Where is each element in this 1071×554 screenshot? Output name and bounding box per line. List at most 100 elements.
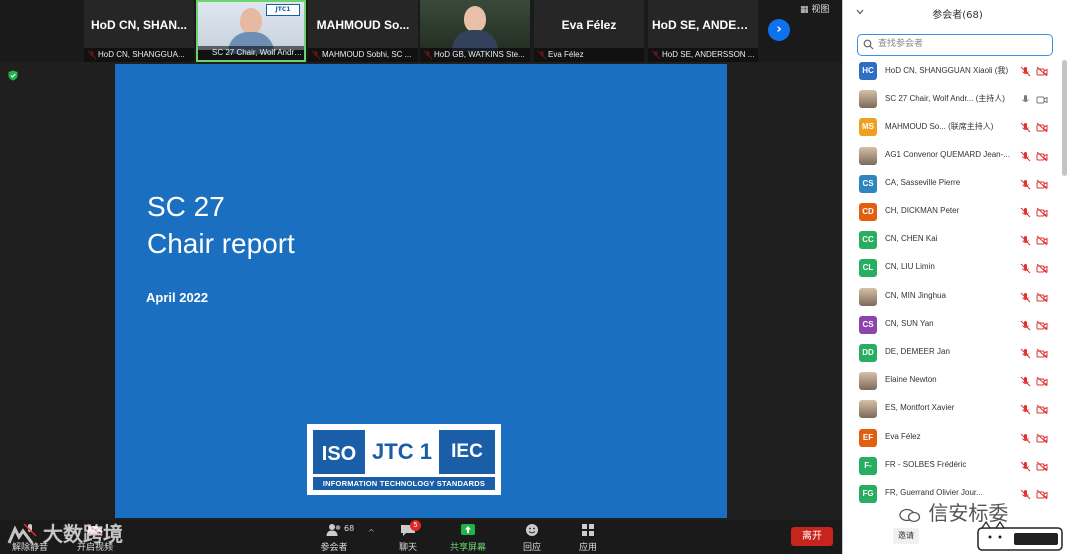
video-off-icon[interactable] <box>1036 66 1048 77</box>
avatar <box>859 287 877 306</box>
chevron-up-icon[interactable]: ^ <box>368 528 375 537</box>
meeting-toolbar: 解除静音 开启视频 68 参会者 ^ 5 聊天 共享屏幕 回应 应用 离开 <box>0 520 842 554</box>
participant-row[interactable]: F- FR - SOLBES Frédéric <box>843 453 1061 481</box>
participant-row[interactable]: CN, MIN Jinghua <box>843 284 1061 312</box>
avatar: MS <box>859 118 877 137</box>
participant-row[interactable]: CL CN, LIU Limin <box>843 255 1061 283</box>
mic-muted-icon[interactable] <box>1020 179 1031 190</box>
watermark-left: 大数跨境 <box>6 520 123 554</box>
video-tile[interactable]: HoD GB, WATKINS Ste... <box>420 0 530 62</box>
video-off-icon[interactable] <box>1036 489 1048 500</box>
mic-muted-icon[interactable] <box>1020 151 1031 162</box>
participant-row[interactable]: Elaine Newton <box>843 368 1061 396</box>
mic-muted-icon[interactable] <box>1020 122 1031 133</box>
video-off-icon[interactable] <box>1036 151 1048 162</box>
participants-count: 68 <box>344 524 355 533</box>
tile-caption: MAHMOUD Sobhi, SC ... <box>308 48 418 62</box>
mic-muted-icon[interactable] <box>1020 376 1031 387</box>
participant-row[interactable]: CS CN, SUN Yan <box>843 312 1061 340</box>
shield-check-icon[interactable] <box>8 70 18 81</box>
mic-muted-icon[interactable] <box>1020 461 1031 472</box>
participant-row[interactable]: HC HoD CN, SHANGGUAN Xiaoli (我) <box>843 58 1061 86</box>
participant-name: CA, Sasseville Pierre <box>885 177 961 187</box>
video-tile[interactable]: Eva Félez Eva Félez <box>534 0 644 62</box>
mic-muted-icon[interactable] <box>1020 489 1031 500</box>
tile-name: MAHMOUD So... <box>316 18 410 32</box>
tile-caption: SC 27 Chair, Wolf Andreas <box>198 46 304 60</box>
video-off-icon[interactable] <box>1036 207 1048 218</box>
reactions-button[interactable]: 回应 <box>512 520 552 554</box>
avatar <box>859 90 877 109</box>
panel-header: 参会者(68) <box>843 0 1071 26</box>
mic-muted-icon[interactable] <box>1020 207 1031 218</box>
avatar: CS <box>859 315 877 334</box>
participant-row[interactable]: CC CN, CHEN Kai <box>843 227 1061 255</box>
participant-list: HC HoD CN, SHANGGUAN Xiaoli (我) SC 27 Chai… <box>843 58 1061 518</box>
iso-logo-text: ISO <box>313 430 365 474</box>
mic-muted-icon[interactable] <box>1020 348 1031 359</box>
chat-button[interactable]: 5 聊天 <box>388 520 428 554</box>
mic-muted-icon[interactable] <box>1020 66 1031 77</box>
participant-row[interactable]: EF Eva Félez <box>843 425 1061 453</box>
participants-panel: 参会者(68) 查找参会者 HC HoD CN, SHANGGUAN Xiaoli… <box>842 0 1071 554</box>
search-participants-input[interactable]: 查找参会者 <box>857 34 1053 56</box>
video-off-icon[interactable] <box>1036 292 1048 303</box>
participant-row[interactable]: AG1 Convenor QUEMARD Jean-... <box>843 143 1061 171</box>
participant-row[interactable]: CS CA, Sasseville Pierre <box>843 171 1061 199</box>
video-tile-active-speaker[interactable]: JTC1 SC 27 Chair, Wolf Andreas <box>196 0 306 62</box>
participant-name: CN, MIN Jinghua <box>885 290 946 300</box>
participant-row[interactable]: MS MAHMOUD So... (联席主持人) <box>843 114 1061 142</box>
video-tile[interactable]: MAHMOUD So... MAHMOUD Sobhi, SC ... <box>308 0 418 62</box>
participant-name: CN, SUN Yan <box>885 318 934 328</box>
apps-button[interactable]: 应用 <box>568 520 608 554</box>
participants-button[interactable]: 68 参会者 <box>310 520 358 554</box>
invite-button[interactable]: 邀请 <box>893 528 919 544</box>
mic-muted-icon[interactable] <box>1020 433 1031 444</box>
jtc1-logo-text: JTC 1 <box>369 430 435 474</box>
apps-label: 应用 <box>578 543 597 553</box>
mic-muted-icon[interactable] <box>1020 320 1031 331</box>
video-off-icon[interactable] <box>1036 235 1048 246</box>
watermark-left-text: 大数跨境 <box>42 522 123 546</box>
watermark-logo-icon <box>7 524 34 544</box>
video-off-icon[interactable] <box>1036 404 1048 415</box>
video-on-icon[interactable] <box>1036 94 1048 105</box>
avatar: CD <box>859 203 877 221</box>
participant-row[interactable]: CD CH, DICKMAN Peter <box>843 199 1061 227</box>
video-off-icon[interactable] <box>1036 122 1048 133</box>
avatar: F- <box>859 456 877 475</box>
video-off-icon[interactable] <box>1036 376 1048 387</box>
video-off-icon[interactable] <box>1036 263 1048 274</box>
wechat-icon <box>899 508 921 522</box>
tile-caption: HoD CN, SHANGGUA... <box>84 48 194 62</box>
video-off-icon[interactable] <box>1036 320 1048 331</box>
mic-muted-icon[interactable] <box>1020 292 1031 303</box>
mic-muted-icon[interactable] <box>1020 235 1031 246</box>
view-label: 视图 <box>811 5 830 15</box>
jtc1-mini-logo: JTC1 <box>266 4 300 16</box>
video-tile[interactable]: HoD SE, ANDER... HoD SE, ANDERSSON ... <box>648 0 758 62</box>
participant-row[interactable]: DD DE, DEMEER Jan <box>843 340 1061 368</box>
mic-muted-icon[interactable] <box>1020 263 1031 274</box>
panel-title: 参会者(68) <box>932 10 983 21</box>
next-page-arrow-button[interactable]: › <box>768 19 790 41</box>
slide-title-line-2: Chair report <box>147 228 295 259</box>
video-off-icon[interactable] <box>1036 179 1048 190</box>
view-button[interactable]: ▦ 视图 <box>800 3 836 17</box>
mic-on-icon[interactable] <box>1020 94 1031 105</box>
participant-video <box>420 0 530 52</box>
leave-meeting-button[interactable]: 离开 <box>791 527 833 546</box>
iec-logo-text: IEC <box>439 430 495 474</box>
avatar: HC <box>859 62 877 80</box>
panel-scrollbar[interactable] <box>1062 60 1067 176</box>
participant-name: Eva Félez <box>885 431 921 441</box>
video-tile[interactable]: HoD CN, SHAN... HoD CN, SHANGGUA... <box>84 0 194 62</box>
apps-icon <box>582 524 594 536</box>
mic-muted-icon[interactable] <box>1020 404 1031 415</box>
participant-row[interactable]: SC 27 Chair, Wolf Andr... (主持人) <box>843 86 1061 114</box>
share-screen-button[interactable]: 共享屏幕 <box>446 520 490 554</box>
video-off-icon[interactable] <box>1036 348 1048 359</box>
participant-row[interactable]: ES, Montfort Xavier <box>843 396 1061 424</box>
video-off-icon[interactable] <box>1036 461 1048 472</box>
video-off-icon[interactable] <box>1036 433 1048 444</box>
